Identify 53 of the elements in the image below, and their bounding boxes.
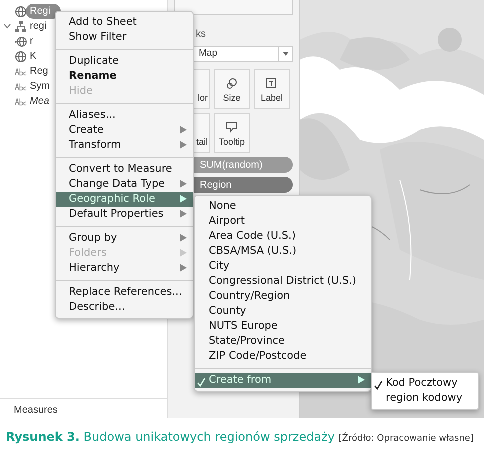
field-item[interactable]: regi	[30, 19, 47, 34]
menu-item[interactable]: CBSA/MSA (U.S.)	[195, 244, 371, 259]
globe-icon	[15, 50, 27, 62]
string-type-icon	[15, 68, 27, 76]
menu-item[interactable]: ZIP Code/Postcode	[195, 349, 371, 364]
string-type-icon	[15, 82, 27, 90]
source-note: [Źródło: Opracowanie własne]	[338, 434, 474, 444]
panel-title: ks	[196, 29, 206, 40]
tooltip-icon	[226, 122, 238, 133]
menu-item[interactable]: Describe...	[56, 300, 193, 315]
check-icon	[197, 378, 206, 388]
menu-item[interactable]: Aliases...	[56, 108, 193, 123]
menu-item[interactable]: Replace References...	[56, 285, 193, 300]
globe-icon	[15, 36, 27, 48]
menu-item[interactable]: Create from	[195, 373, 371, 388]
menu-item[interactable]: Transform	[56, 138, 193, 153]
label-icon	[266, 78, 278, 89]
menu-item[interactable]: Geographic Role	[56, 192, 193, 207]
figure-caption: Rysunek 3. Budowa unikatowych regionów sprzedaży	[6, 430, 335, 444]
field-item[interactable]: Mea	[30, 94, 50, 109]
menu-item[interactable]: Rename	[56, 69, 193, 84]
menu-item[interactable]: Kod Pocztowy	[372, 376, 478, 391]
menu-item[interactable]: None	[195, 199, 371, 214]
menu-item[interactable]: Create	[56, 123, 193, 138]
menu-item[interactable]: City	[195, 259, 371, 274]
field-item[interactable]: K	[30, 49, 37, 64]
field-item[interactable]: Sym	[30, 79, 50, 94]
hierarchy-icon	[15, 20, 27, 32]
globe-icon	[15, 6, 27, 18]
menu-item[interactable]: Show Filter	[56, 30, 193, 45]
menu-item[interactable]: Area Code (U.S.)	[195, 229, 371, 244]
menu-item[interactable]: Airport	[195, 214, 371, 229]
menu-item[interactable]: County	[195, 304, 371, 319]
menu-item[interactable]: NUTS Europe	[195, 319, 371, 334]
check-icon	[374, 381, 383, 390]
marks-card[interactable]: Tooltip	[214, 113, 250, 154]
menu-item[interactable]: State/Province	[195, 334, 371, 349]
marks-card[interactable]: Size	[214, 69, 250, 110]
caret-icon	[282, 52, 288, 56]
field-item[interactable]: Reg	[30, 64, 48, 79]
string-type-icon	[15, 98, 27, 106]
size-icon	[226, 78, 238, 89]
menu-item[interactable]: Country/Region	[195, 289, 371, 304]
submenu-arrow-icon	[358, 376, 365, 384]
marks-card[interactable]: Label	[254, 69, 290, 110]
menu-item[interactable]: Group by	[56, 231, 193, 246]
expand-icon[interactable]	[4, 24, 10, 29]
menu-item[interactable]: Default Properties	[56, 207, 193, 222]
menu-item[interactable]: Congressional District (U.S.)	[195, 274, 371, 289]
menu-item[interactable]: region kodowy	[372, 391, 478, 406]
field-item[interactable]: r	[30, 34, 34, 49]
menu-item[interactable]: Hierarchy	[56, 261, 193, 276]
section-label: Measures	[14, 405, 58, 416]
